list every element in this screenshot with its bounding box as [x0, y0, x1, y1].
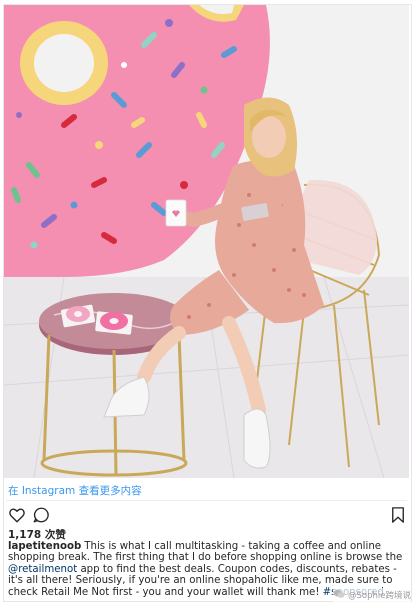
post-photo[interactable]	[4, 5, 409, 478]
action-bar	[8, 506, 408, 526]
action-divider	[6, 500, 407, 501]
watermark-text: @Sophie跨境说	[348, 591, 411, 601]
caption-username[interactable]: lapetitenoob	[8, 541, 81, 552]
bookmark-icon[interactable]	[389, 506, 407, 524]
post-photo-illustration	[4, 5, 409, 478]
watermark: @Sophie跨境说	[333, 588, 411, 602]
instagram-post-card: 在 Instagram 查看更多内容 1,178 次赞 lapetitenoob…	[0, 0, 415, 606]
like-count[interactable]: 1,178 次赞	[8, 527, 66, 542]
speech-bubble-icon[interactable]	[32, 506, 50, 524]
caption-mention-link[interactable]: @retailmenot	[8, 564, 77, 575]
heart-outline-icon[interactable]	[8, 506, 26, 524]
wechat-logo-icon	[333, 589, 345, 602]
view-more-on-instagram-link[interactable]: 在 Instagram 查看更多内容	[8, 483, 142, 499]
